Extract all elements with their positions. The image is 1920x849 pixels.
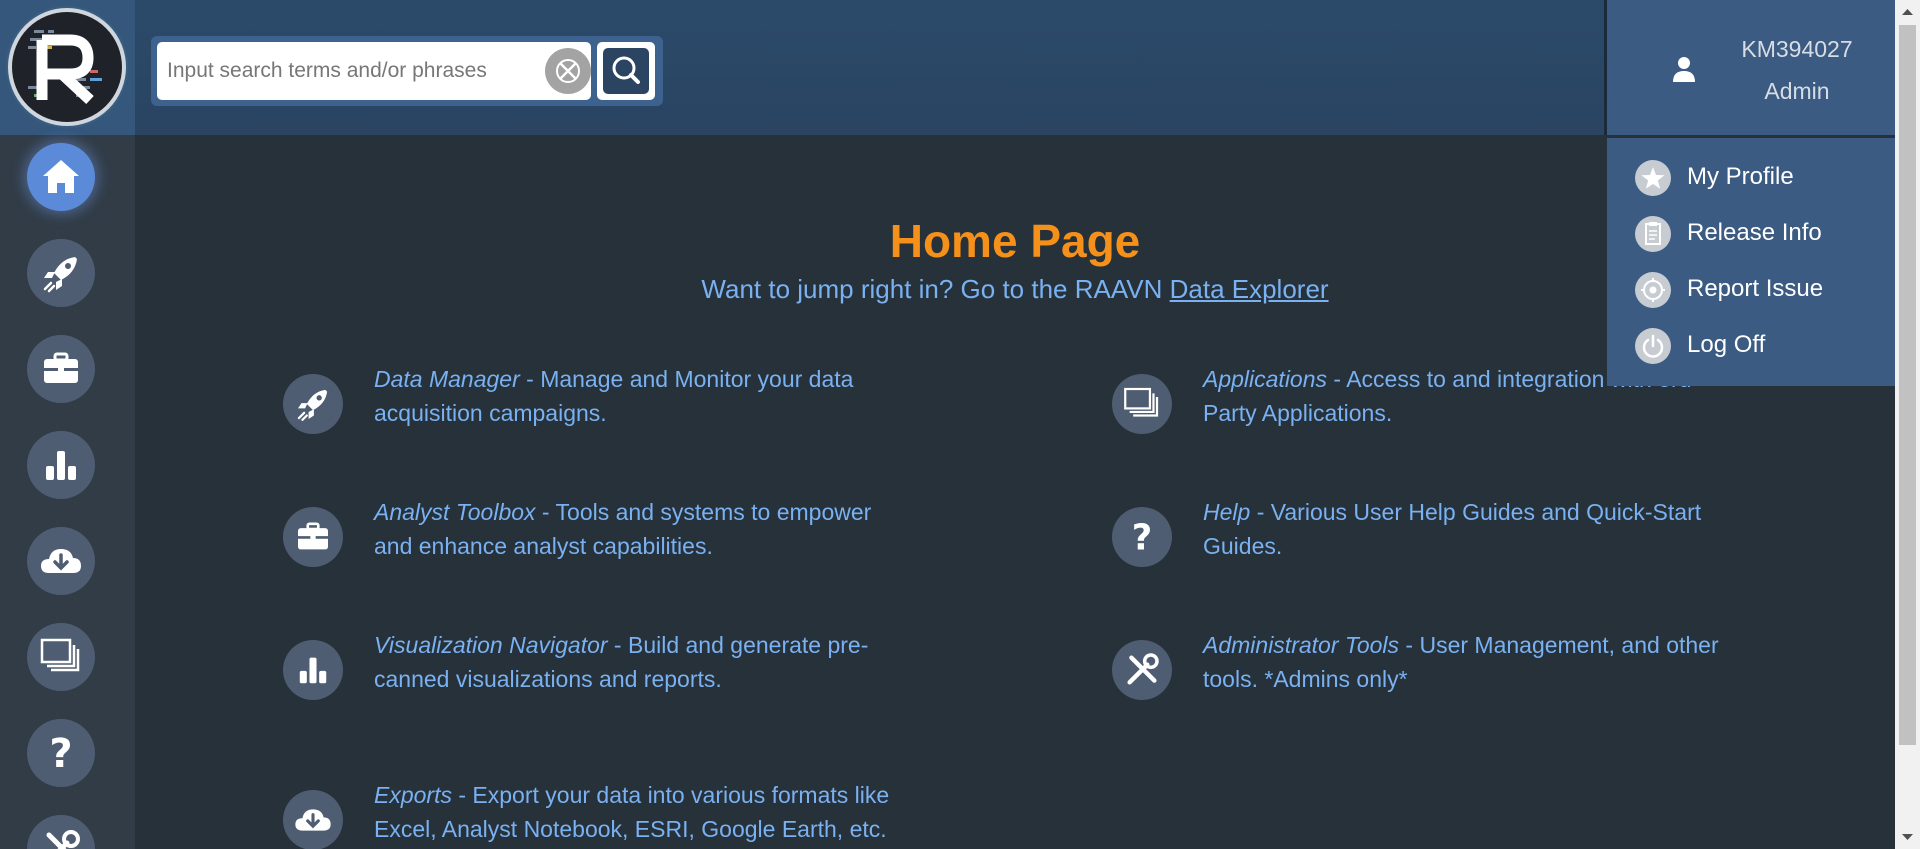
feature-description: Administrator Tools - User Management, a… <box>1203 628 1723 696</box>
menu-item-label: Log Off <box>1687 331 1766 358</box>
cloud-download-icon <box>283 790 343 849</box>
user-menu-dropdown: My Profile Release Info Report Issue Log… <box>1607 138 1895 386</box>
sidebar-item-administrator-tools[interactable] <box>27 815 95 849</box>
clipboard-icon <box>1635 216 1671 252</box>
search-bar <box>151 36 663 106</box>
feature-desc: - Export your data into various formats … <box>374 782 890 842</box>
feature-name[interactable]: Help <box>1203 499 1250 525</box>
user-role: Admin <box>1764 78 1830 104</box>
sidebar-item-visualization-navigator[interactable] <box>27 431 95 499</box>
feature-description: Analyst Toolbox - Tools and systems to e… <box>374 495 894 563</box>
tools-icon <box>46 830 80 849</box>
feature-name[interactable]: Analyst Toolbox <box>374 499 536 525</box>
search-button[interactable] <box>597 42 655 100</box>
scroll-down-arrow-icon[interactable] <box>1895 824 1920 849</box>
sidebar-item-applications[interactable] <box>27 623 95 691</box>
feature-name[interactable]: Exports <box>374 782 452 808</box>
menu-item-my-profile[interactable]: My Profile <box>1635 158 1885 198</box>
menu-item-label: My Profile <box>1687 163 1794 190</box>
menu-item-log-off[interactable]: Log Off <box>1635 326 1885 366</box>
menu-item-release-info[interactable]: Release Info <box>1635 214 1885 254</box>
subtitle-text: Want to jump right in? Go to the RAAVN <box>701 274 1170 304</box>
feature-name[interactable]: Data Manager <box>374 366 520 392</box>
menu-item-report-issue[interactable]: Report Issue <box>1635 270 1885 310</box>
feature-name[interactable]: Applications <box>1203 366 1327 392</box>
app-logo[interactable] <box>8 8 126 126</box>
left-sidebar: ? <box>0 135 135 849</box>
sidebar-item-exports[interactable] <box>27 527 95 595</box>
question-icon: ? <box>1112 507 1172 567</box>
bar-chart-icon <box>283 640 343 700</box>
cloud-download-icon <box>41 549 81 573</box>
feature-description: Visualization Navigator - Build and gene… <box>374 628 894 696</box>
question-icon: ? <box>49 731 72 777</box>
feature-description: Help - Various User Help Guides and Quic… <box>1203 495 1723 563</box>
windows-stack-icon <box>40 638 80 672</box>
data-explorer-link[interactable]: Data Explorer <box>1170 274 1329 304</box>
svg-text:?: ? <box>1132 517 1152 558</box>
feature-description: Data Manager - Manage and Monitor your d… <box>374 362 894 430</box>
windows-stack-icon <box>1112 374 1172 434</box>
bug-icon <box>1635 272 1671 308</box>
search-input[interactable] <box>157 42 527 100</box>
clear-icon <box>556 59 580 83</box>
search-box <box>157 42 591 100</box>
sidebar-item-data-manager[interactable] <box>27 239 95 307</box>
sidebar-item-help[interactable]: ? <box>27 719 95 787</box>
menu-item-label: Report Issue <box>1687 275 1824 302</box>
user-name: KM394027 <box>1741 36 1853 62</box>
menu-item-label: Release Info <box>1687 219 1822 246</box>
sidebar-item-home[interactable] <box>27 143 95 211</box>
star-icon <box>1635 160 1671 196</box>
rocket-icon <box>43 257 77 293</box>
toolbox-icon <box>283 507 343 567</box>
svg-text:?: ? <box>49 731 72 777</box>
power-icon <box>1635 328 1671 364</box>
clear-search-button[interactable] <box>545 48 591 94</box>
user-icon <box>1673 57 1695 82</box>
scrollbar-thumb[interactable] <box>1899 25 1916 745</box>
feature-desc: - Various User Help Guides and Quick-Sta… <box>1203 499 1702 559</box>
sidebar-item-analyst-toolbox[interactable] <box>27 335 95 403</box>
logo-cell <box>0 0 135 135</box>
rocket-icon <box>283 374 343 434</box>
home-icon <box>43 160 79 193</box>
feature-name[interactable]: Visualization Navigator <box>374 632 608 658</box>
scroll-up-arrow-icon[interactable] <box>1895 0 1920 25</box>
feature-description: Exports - Export your data into various … <box>374 778 894 846</box>
toolbox-icon <box>44 352 78 383</box>
feature-name[interactable]: Administrator Tools <box>1203 632 1399 658</box>
bar-chart-icon <box>46 451 76 480</box>
tools-icon <box>1112 640 1172 700</box>
search-icon <box>612 56 640 84</box>
user-account-button[interactable]: KM394027 Admin <box>1604 0 1895 135</box>
page-scrollbar[interactable] <box>1895 0 1920 849</box>
top-header: KM394027 Admin <box>0 0 1895 135</box>
